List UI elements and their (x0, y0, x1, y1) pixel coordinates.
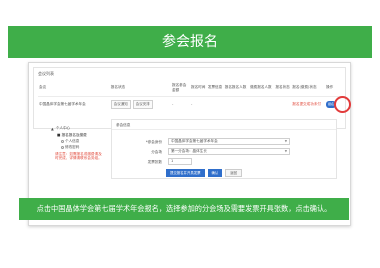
schedule-button[interactable]: 会议安排 (132, 99, 153, 109)
col-header: 报名状态 (109, 80, 171, 97)
sidebar-item-label: 报名报名及缴费 (61, 133, 87, 137)
col-header: 报名(缴费)状态 (291, 80, 326, 97)
sidebar-note: 请注意：如需报名或缴费请及时完成，详情请联系会务组。 (55, 152, 102, 161)
sidebar-item-label: 修改密码 (65, 145, 80, 149)
banner-title: 参会报名 (8, 26, 372, 58)
highlight-circle (334, 96, 351, 113)
meeting-name: 中国晶体学会第七届学术年会 (39, 101, 86, 106)
sidebar-user-label: 个人中心 (55, 126, 71, 130)
col-header: 发票信息 (206, 80, 224, 97)
bullet-icon (61, 145, 64, 149)
col-header: 缴费报名人数 (249, 80, 275, 97)
state-cell (274, 96, 291, 112)
form-title: 参会信息 (116, 123, 131, 127)
form-buttons: 提交报名并开具发票 确认 返回 (166, 169, 243, 177)
registration-form: 参会信息 *参会身份 中国晶体学会第七届学术年会 ▼ 分会场 第一分会场：晶体生… (111, 119, 337, 179)
sidebar: ▲ 个人中心 ■ 报名报名及缴费 个人信息 修改密码 请注意：如需报名或缴费请及… (51, 125, 103, 185)
field-label: *参会身份 (145, 140, 162, 144)
pay-state-link[interactable]: 报名提交成功未付 (291, 96, 325, 112)
col-header: 报名时间 (189, 80, 207, 97)
col-header: 报名报名人数 (223, 80, 250, 97)
count-cell (249, 96, 274, 112)
menu-icon: ■ (57, 133, 61, 137)
col-header: 会议 (38, 80, 110, 97)
bullet-icon (61, 139, 64, 143)
table-header-row: 会议 报名状态 报名参会金额 报名时间 发票信息 报名报名人数 缴费报名人数 报… (38, 80, 342, 97)
divider (112, 129, 336, 130)
invoice-count-input[interactable]: 1 (168, 158, 192, 165)
submit-invoice-button[interactable]: 提交报名并开具发票 (166, 169, 205, 177)
sidebar-item-label: 个人信息 (65, 139, 80, 143)
section-title: 会议列表 (38, 71, 54, 76)
session-select[interactable]: 第一分会场：晶体生长 ▼ (168, 148, 290, 155)
notice-button[interactable]: 会议通知 (110, 99, 131, 109)
select-value: 中国晶体学会第七届学术年会 (171, 139, 218, 143)
sidebar-item-password[interactable]: 修改密码 (51, 144, 103, 150)
sidebar-user[interactable]: ▲ 个人中心 (51, 125, 103, 132)
chevron-down-icon: ▼ (284, 149, 287, 153)
time-cell: - (190, 102, 193, 107)
identity-select[interactable]: 中国晶体学会第七届学术年会 ▼ (168, 138, 290, 145)
form-row-session: 分会场 第一分会场：晶体生长 ▼ (112, 148, 338, 156)
back-button[interactable]: 返回 (225, 169, 243, 177)
table-row: 中国晶体学会第七届学术年会 会议通知 会议安排 - - 报名提交成功未付 报名 (38, 96, 342, 112)
fee-cell: - (171, 102, 174, 107)
status-buttons: 会议通知 会议安排 (110, 96, 171, 112)
confirm-button[interactable]: 确认 (207, 169, 223, 177)
user-icon: ▲ (51, 126, 54, 131)
col-header: 报名状态 (274, 80, 292, 97)
form-row-identity: *参会身份 中国晶体学会第七届学术年会 ▼ (112, 138, 338, 146)
invoice-cell (207, 96, 224, 112)
select-value: 第一分会场：晶体生长 (171, 149, 207, 153)
col-header: 操作 (325, 80, 342, 97)
chevron-down-icon: ▼ (284, 139, 287, 143)
field-label: 发票张数 (147, 160, 162, 164)
instruction-caption: 点击中国晶体学会第七届学术年会报名，选择参加的分会场及需要发票开具张数，点击确认… (19, 198, 349, 220)
meeting-table: 会议 报名状态 报名参会金额 报名时间 发票信息 报名报名人数 缴费报名人数 报… (38, 80, 342, 112)
field-label: 分会场 (151, 150, 162, 154)
count-cell (224, 96, 249, 112)
col-header: 报名参会金额 (170, 80, 190, 97)
form-row-invoice: 发票张数 1 (112, 158, 338, 166)
